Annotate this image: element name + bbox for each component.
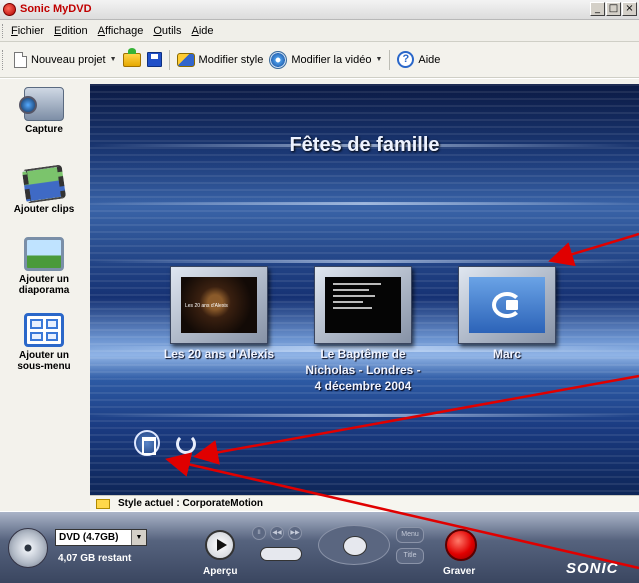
sidebar-item-capture[interactable]: Capture (0, 87, 88, 135)
sonic-logo: SONIC (566, 560, 619, 577)
menu-outils[interactable]: Outils (153, 25, 181, 37)
sidebar-item-label: Ajouter un sous-menu (17, 350, 71, 372)
disc-type-value: DVD (4.7GB) (59, 532, 119, 543)
menu-title[interactable]: Fêtes de famille (90, 134, 639, 157)
walk-icon[interactable] (260, 547, 302, 561)
space-remaining: 4,07 GB restant (58, 553, 132, 564)
preview-label: Aperçu (203, 566, 238, 577)
help-icon: ? (397, 51, 415, 68)
sidebar-item-label: Ajouter clips (13, 204, 75, 215)
new-project-label: Nouveau projet (31, 53, 106, 66)
loop-icon[interactable] (176, 434, 196, 454)
submenu-thumbnail (469, 277, 545, 333)
modify-style-label: Modifier style (198, 53, 264, 66)
thumbnail-image (325, 277, 401, 333)
slideshow-icon (24, 237, 64, 271)
submenu-icon (492, 292, 522, 318)
burn-label: Graver (443, 566, 476, 577)
menubar-grip (2, 23, 5, 38)
current-style-text: Style actuel : CorporateMotion (118, 498, 264, 509)
video-icon (269, 50, 288, 69)
window-controls: _ □ × (590, 2, 637, 16)
menu-aide[interactable]: Aide (191, 25, 213, 37)
sidebar-item-add-submenu[interactable]: Ajouter un sous-menu (0, 313, 88, 372)
maximize-button[interactable]: □ (606, 2, 621, 16)
chevron-down-icon[interactable]: ▼ (110, 56, 117, 63)
toolbar-grip (2, 49, 5, 70)
sidebar: Capture Ajouter clips Ajouter un diapora… (0, 79, 88, 511)
open-icon (122, 47, 141, 67)
chevron-down-icon[interactable]: ▼ (375, 56, 382, 63)
menu-button-thumbnail[interactable] (314, 266, 412, 344)
menu-affichage[interactable]: Affichage (98, 25, 144, 37)
menu-button-label[interactable]: Marc (447, 346, 567, 362)
close-button[interactable]: × (622, 2, 637, 16)
disc-type-select[interactable]: DVD (4.7GB) ▼ (55, 529, 147, 546)
background-streak (90, 260, 639, 263)
title-bar: Sonic MyDVD _ □ × (0, 0, 639, 20)
modify-video-label: Modifier la vidéo (291, 53, 372, 66)
remote-dpad[interactable] (318, 525, 390, 565)
sonic-app-icon (3, 3, 16, 16)
preview-button[interactable] (205, 530, 235, 560)
background-streak (90, 202, 639, 205)
toolbar-separator (168, 49, 170, 70)
camcorder-icon (19, 87, 64, 121)
modify-style-button[interactable]: Modifier style (174, 51, 267, 69)
menu-button-thumbnail[interactable]: Les 20 ans d'Alexis (170, 266, 268, 344)
window-title: Sonic MyDVD (20, 3, 92, 15)
home-icon[interactable] (134, 430, 160, 456)
new-document-icon (14, 51, 27, 68)
status-bar: Style actuel : CorporateMotion (90, 495, 639, 511)
film-clips-icon (21, 164, 67, 204)
control-bar: DVD (4.7GB) ▼ 4,07 GB restant Aperçu II … (0, 512, 639, 583)
sidebar-item-add-slideshow[interactable]: Ajouter un diaporama (0, 237, 88, 296)
menu-fichier[interactable]: Fichier (11, 25, 44, 37)
menu-bar: Fichier Edition Affichage Outils Aide (0, 20, 639, 42)
open-button[interactable] (120, 47, 144, 69)
toolbar-separator (389, 49, 391, 70)
title-button[interactable]: Title (396, 548, 424, 564)
help-button[interactable]: ? Aide (394, 49, 443, 70)
disc-icon (8, 528, 48, 568)
rewind-icon[interactable]: ◀◀ (270, 526, 284, 540)
modify-video-button[interactable]: Modifier la vidéo ▼ (266, 49, 385, 71)
fast-forward-icon[interactable]: ▶▶ (288, 526, 302, 540)
background-streak (90, 414, 639, 417)
enter-icon[interactable] (343, 536, 367, 556)
menu-button[interactable]: Menu (396, 527, 424, 543)
folder-icon (96, 498, 110, 509)
menu-edition[interactable]: Edition (54, 25, 88, 37)
help-label: Aide (418, 53, 441, 66)
pause-icon[interactable]: II (252, 526, 266, 540)
new-project-button[interactable]: Nouveau projet ▼ (11, 50, 120, 70)
thumbnail-image: Les 20 ans d'Alexis (181, 277, 257, 333)
toolbar: Nouveau projet ▼ Modifier style Modifier… (0, 42, 639, 78)
menu-preview: Fêtes de famille Les 20 ans d'Alexis Les… (90, 84, 639, 495)
sidebar-item-add-clips[interactable]: Ajouter clips (0, 164, 88, 215)
submenu-icon (24, 313, 64, 347)
style-icon (176, 52, 195, 67)
sidebar-item-label: Ajouter un diaporama (18, 274, 70, 296)
minimize-button[interactable]: _ (590, 2, 605, 16)
sidebar-item-label: Capture (25, 124, 63, 135)
save-icon (146, 52, 162, 67)
thumbnail-caption: Les 20 ans d'Alexis (185, 303, 228, 309)
menu-button-label[interactable]: Les 20 ans d'Alexis (159, 346, 279, 362)
chevron-down-icon[interactable]: ▼ (131, 530, 146, 545)
save-button[interactable] (144, 50, 165, 69)
burn-button[interactable] (445, 529, 477, 561)
menu-button-thumbnail[interactable] (458, 266, 556, 344)
menu-button-label[interactable]: Le Baptême de Nicholas - Londres - 4 déc… (303, 346, 423, 394)
